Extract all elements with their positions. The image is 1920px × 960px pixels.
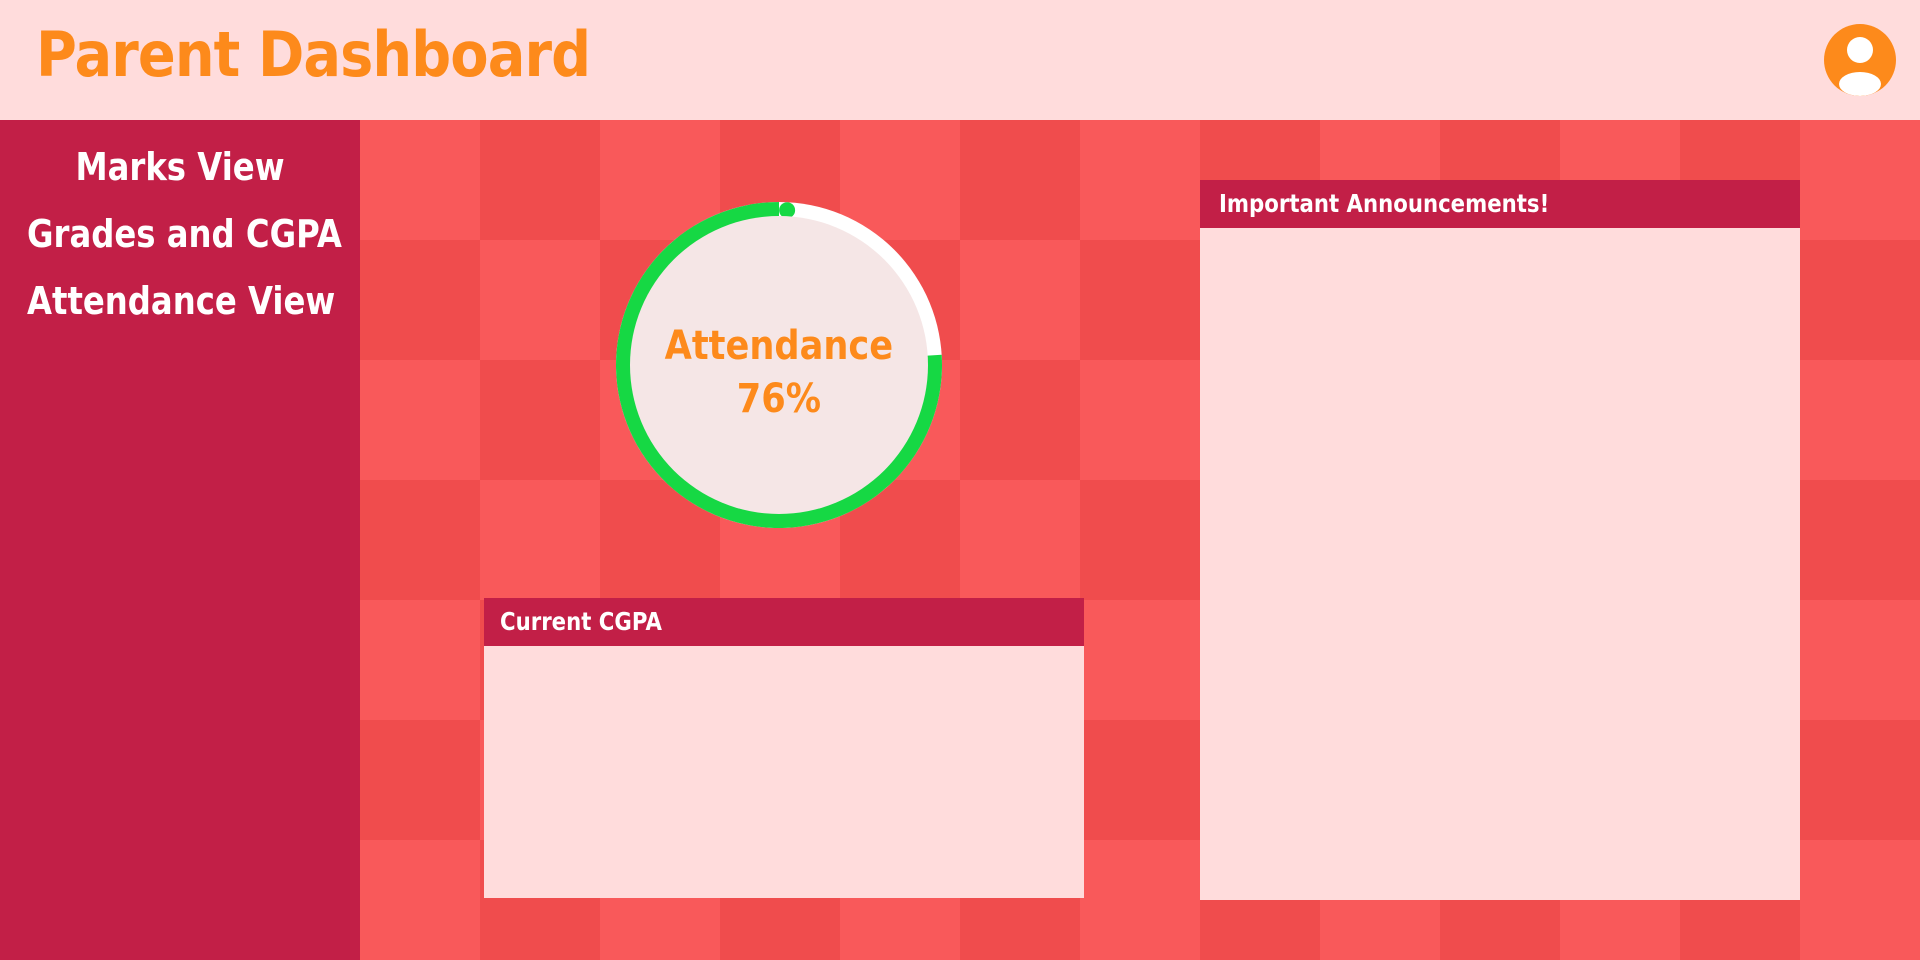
background-tile bbox=[1800, 240, 1920, 360]
background-tile bbox=[360, 360, 480, 480]
background-tile bbox=[360, 240, 480, 360]
background-tile bbox=[1080, 720, 1200, 840]
background-tile bbox=[1080, 480, 1200, 600]
cgpa-panel-title: Current CGPA bbox=[500, 607, 662, 636]
gauge-progress-cap bbox=[779, 202, 796, 219]
profile-button[interactable] bbox=[1824, 24, 1896, 96]
page-title: Parent Dashboard bbox=[36, 18, 591, 91]
background-tile bbox=[1080, 840, 1200, 960]
background-tile bbox=[1080, 240, 1200, 360]
background-tile bbox=[1800, 600, 1920, 720]
background-tile bbox=[1080, 360, 1200, 480]
background-tile bbox=[480, 120, 600, 240]
user-avatar-icon bbox=[1839, 37, 1881, 96]
announcements-panel-header: Important Announcements! bbox=[1200, 180, 1800, 228]
background-tile bbox=[1800, 840, 1920, 960]
background-tile bbox=[480, 480, 600, 600]
sidebar-item-grades-and-cgpa[interactable]: Grades and CGPA bbox=[27, 212, 342, 256]
cgpa-panel-header: Current CGPA bbox=[484, 598, 1084, 646]
sidebar-item-attendance-view[interactable]: Attendance View bbox=[27, 279, 335, 323]
background-tile bbox=[960, 480, 1080, 600]
app-root: Parent Dashboard Marks View Grades and C… bbox=[0, 0, 1920, 960]
background-tile bbox=[960, 240, 1080, 360]
background-tile bbox=[1080, 120, 1200, 240]
background-tile bbox=[360, 120, 480, 240]
background-tile bbox=[960, 120, 1080, 240]
attendance-label: Attendance bbox=[664, 323, 894, 369]
background-tile bbox=[360, 840, 480, 960]
background-tile bbox=[1800, 120, 1920, 240]
background-tile bbox=[480, 360, 600, 480]
background-tile bbox=[1800, 360, 1920, 480]
background-tile bbox=[360, 480, 480, 600]
top-header: Parent Dashboard bbox=[0, 0, 1920, 120]
background-tile bbox=[1080, 600, 1200, 720]
background-tile bbox=[1800, 480, 1920, 600]
announcements-panel-title: Important Announcements! bbox=[1219, 189, 1550, 218]
announcements-panel-body bbox=[1200, 228, 1800, 900]
background-tile bbox=[360, 600, 480, 720]
background-tile bbox=[480, 240, 600, 360]
cgpa-panel-body bbox=[484, 646, 1084, 898]
attendance-value: 76% bbox=[736, 376, 822, 422]
background-tile bbox=[1800, 720, 1920, 840]
background-tile bbox=[960, 360, 1080, 480]
sidebar-item-marks-view[interactable]: Marks View bbox=[27, 145, 333, 189]
background-tile bbox=[360, 720, 480, 840]
